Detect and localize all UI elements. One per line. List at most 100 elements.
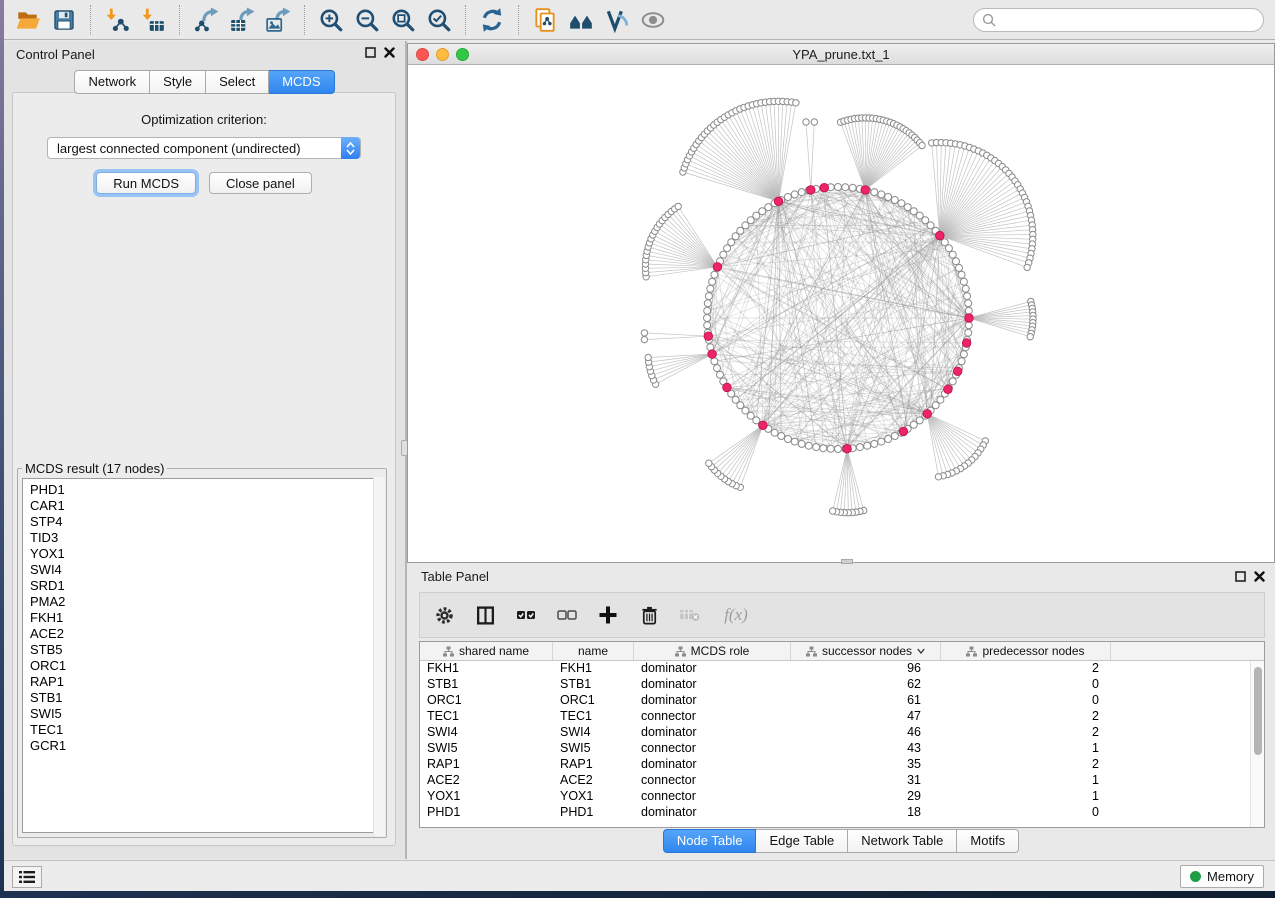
import-network-icon — [104, 7, 130, 33]
add-column-button[interactable] — [596, 603, 620, 627]
column-header-shared-name[interactable]: shared name — [420, 642, 553, 660]
share-network-document-button[interactable] — [530, 5, 560, 35]
select-all-button[interactable] — [514, 603, 538, 627]
mcds-result-item[interactable]: PMA2 — [30, 594, 381, 610]
table-settings-button[interactable] — [432, 603, 456, 627]
mcds-hub-node — [899, 427, 908, 436]
mcds-result-item[interactable]: STB5 — [30, 642, 381, 658]
toolbar-separator — [304, 5, 305, 35]
table-scrollbar-thumb[interactable] — [1254, 667, 1262, 755]
refresh-view-button[interactable] — [477, 5, 507, 35]
mcds-result-item[interactable]: TEC1 — [30, 722, 381, 738]
delete-column-button[interactable] — [637, 603, 661, 627]
share-document-icon — [532, 7, 558, 33]
mcds-result-list[interactable]: PHD1CAR1STP4TID3YOX1SWI4SRD1PMA2FKH1ACE2… — [22, 478, 382, 833]
save-session-button[interactable] — [49, 5, 79, 35]
search-input[interactable] — [997, 11, 1263, 29]
float-panel-icon[interactable] — [365, 47, 376, 58]
column-header-MCDS-role[interactable]: MCDS role — [634, 642, 791, 660]
export-network-icon — [193, 7, 219, 33]
zoom-out-button[interactable] — [352, 5, 382, 35]
tab-node-table[interactable]: Node Table — [663, 829, 757, 853]
search-window-button[interactable] — [566, 5, 596, 35]
cell-predecessor-nodes: 1 — [941, 773, 1111, 789]
run-mcds-button[interactable]: Run MCDS — [96, 172, 196, 194]
trash-icon — [639, 605, 660, 626]
zoom-in-button[interactable] — [316, 5, 346, 35]
cell-name: ACE2 — [553, 773, 634, 789]
column-header-successor-nodes[interactable]: successor nodes — [791, 642, 941, 660]
task-history-button[interactable] — [12, 866, 42, 888]
hide-panel-button[interactable] — [638, 5, 668, 35]
cell-shared-name: STB1 — [420, 677, 553, 693]
close-panel-button[interactable]: Close panel — [209, 172, 312, 194]
mcds-result-item[interactable]: FKH1 — [30, 610, 381, 626]
memory-button[interactable]: Memory — [1180, 865, 1264, 888]
optimization-criterion-select[interactable]: largest connected component (undirected) — [47, 137, 361, 159]
mcds-result-item[interactable]: SWI4 — [30, 562, 381, 578]
mcds-result-item[interactable]: ACE2 — [30, 626, 381, 642]
table-row[interactable]: TEC1TEC1connector472 — [420, 709, 1264, 725]
column-header-label: successor nodes — [822, 644, 912, 658]
mcds-result-item[interactable]: PHD1 — [30, 482, 381, 498]
vizmapper-button[interactable] — [602, 5, 632, 35]
column-header-name[interactable]: name — [553, 642, 634, 660]
tab-network[interactable]: Network — [74, 70, 150, 94]
result-list-scrollbar[interactable] — [373, 477, 385, 836]
mcds-hub-node — [843, 444, 852, 453]
table-row[interactable]: FKH1FKH1dominator962 — [420, 661, 1264, 677]
mcds-result-item[interactable]: YOX1 — [30, 546, 381, 562]
mcds-hub-node — [807, 186, 816, 195]
export-network-button[interactable] — [191, 5, 221, 35]
cell-MCDS-role: connector — [634, 709, 791, 725]
memory-label: Memory — [1207, 869, 1254, 884]
cell-predecessor-nodes: 2 — [941, 725, 1111, 741]
mcds-result-item[interactable]: SRD1 — [30, 578, 381, 594]
zoom-fit-button[interactable] — [388, 5, 418, 35]
mcds-hub-node — [704, 332, 713, 341]
mcds-result-item[interactable]: SWI5 — [30, 706, 381, 722]
mcds-result-item[interactable]: RAP1 — [30, 674, 381, 690]
tab-edge-table[interactable]: Edge Table — [756, 829, 848, 853]
table-row[interactable]: PHD1PHD1dominator180 — [420, 805, 1264, 821]
mcds-result-item[interactable]: ORC1 — [30, 658, 381, 674]
column-layout-button[interactable] — [473, 603, 497, 627]
table-row[interactable]: ACE2ACE2connector311 — [420, 773, 1264, 789]
table-row[interactable]: SWI5SWI5connector431 — [420, 741, 1264, 757]
toolbar-separator — [90, 5, 91, 35]
export-table-button[interactable] — [227, 5, 257, 35]
float-panel-icon[interactable] — [1235, 571, 1246, 582]
import-table-button[interactable] — [138, 5, 168, 35]
open-session-button[interactable] — [13, 5, 43, 35]
mcds-result-item[interactable]: TID3 — [30, 530, 381, 546]
list-icon — [19, 870, 35, 884]
tab-motifs[interactable]: Motifs — [957, 829, 1019, 853]
table-row[interactable]: RAP1RAP1dominator352 — [420, 757, 1264, 773]
cell-predecessor-nodes: 0 — [941, 677, 1111, 693]
table-scrollbar[interactable] — [1250, 661, 1264, 827]
zoom-selected-button[interactable] — [424, 5, 454, 35]
table-row[interactable]: ORC1ORC1dominator610 — [420, 693, 1264, 709]
column-header-predecessor-nodes[interactable]: predecessor nodes — [941, 642, 1111, 660]
close-panel-icon[interactable] — [384, 47, 395, 58]
cell-successor-nodes: 29 — [791, 789, 941, 805]
network-canvas[interactable] — [408, 65, 1274, 562]
tab-select[interactable]: Select — [206, 70, 269, 94]
cell-predecessor-nodes: 2 — [941, 661, 1111, 677]
tab-style[interactable]: Style — [150, 70, 206, 94]
table-row[interactable]: SWI4SWI4dominator462 — [420, 725, 1264, 741]
table-row[interactable]: STB1STB1dominator620 — [420, 677, 1264, 693]
import-network-button[interactable] — [102, 5, 132, 35]
tab-network-table[interactable]: Network Table — [848, 829, 957, 853]
table-row[interactable]: YOX1YOX1connector291 — [420, 789, 1264, 805]
close-panel-icon[interactable] — [1254, 571, 1265, 582]
delete-table-button[interactable] — [678, 603, 702, 627]
mcds-result-item[interactable]: STB1 — [30, 690, 381, 706]
deselect-all-button[interactable] — [555, 603, 579, 627]
tab-mcds[interactable]: MCDS — [269, 70, 334, 94]
mcds-result-item[interactable]: STP4 — [30, 514, 381, 530]
function-builder-button[interactable]: f(x) — [719, 603, 753, 627]
export-image-button[interactable] — [263, 5, 293, 35]
mcds-result-item[interactable]: GCR1 — [30, 738, 381, 754]
mcds-result-item[interactable]: CAR1 — [30, 498, 381, 514]
